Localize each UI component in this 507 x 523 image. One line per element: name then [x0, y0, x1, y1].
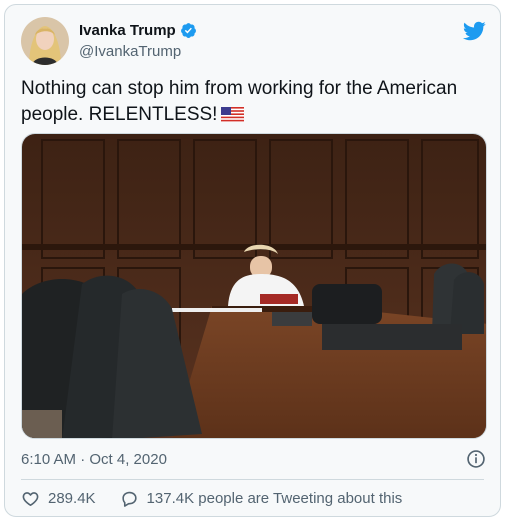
twitter-bird-icon[interactable] [462, 19, 486, 43]
author-handle[interactable]: @IvankaTrump [79, 43, 181, 60]
tweet-timestamp[interactable]: 6:10 AM · Oct 4, 2020 [21, 451, 167, 468]
heart-icon [22, 492, 39, 507]
avatar[interactable] [21, 17, 69, 65]
tweet-photo[interactable] [21, 133, 487, 439]
like-button[interactable]: 289.4K [21, 489, 96, 508]
info-icon[interactable] [466, 449, 486, 469]
tweet-text: Nothing can stop him from working for th… [21, 76, 486, 128]
like-count: 289.4K [48, 490, 96, 507]
verified-icon [180, 23, 196, 38]
author-name[interactable]: Ivanka Trump [79, 22, 176, 39]
conversation-label: 137.4K people are Tweeting about this [146, 490, 403, 507]
author-name-row: Ivanka Trump [79, 22, 197, 39]
tweet-card: Ivanka Trump @IvankaTrump Nothing can st… [4, 4, 501, 517]
comment-icon [121, 491, 137, 507]
conversation-button[interactable]: 137.4K people are Tweeting about this [120, 489, 403, 508]
tweet-actions: 289.4K 137.4K people are Tweeting about … [21, 489, 426, 508]
us-flag-emoji [221, 107, 245, 122]
divider [21, 479, 484, 480]
